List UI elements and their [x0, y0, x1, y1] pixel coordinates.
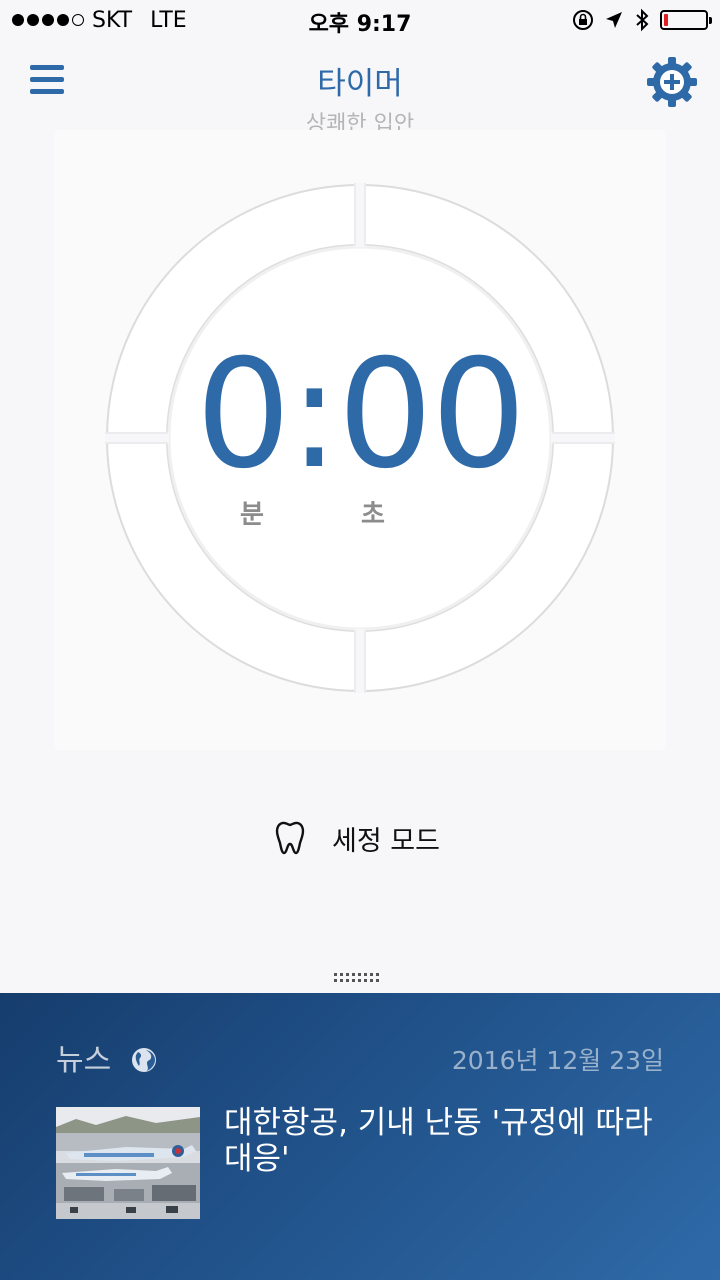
news-item[interactable]: 대한항공, 기내 난동 '규정에 따라 대응': [56, 1105, 676, 1220]
battery-level-fill: [664, 14, 668, 26]
drag-handle[interactable]: [334, 973, 384, 985]
tooth-icon: [275, 821, 305, 855]
seconds-label: 초: [361, 500, 385, 530]
news-title: 뉴스: [56, 1043, 112, 1078]
location-arrow-icon: [606, 12, 622, 28]
mode-label: 세정 모드: [332, 825, 440, 857]
page-title: 타이머: [317, 66, 403, 102]
status-bar: SKT LTE 오후 9:17: [0, 0, 720, 40]
globe-icon[interactable]: [130, 1046, 158, 1074]
status-right: [572, 6, 712, 34]
bluetooth-icon: [636, 8, 649, 32]
news-headline: 대한항공, 기내 난동 '규정에 따라 대응': [224, 1105, 653, 1177]
news-panel: 뉴스 2016년 12월 23일 대한항공, 기내 난동 '규정에 따라 대응': [0, 993, 720, 1280]
settings-button[interactable]: [646, 56, 698, 108]
battery-icon: [660, 10, 712, 30]
news-date: 2016년 12월 23일: [451, 1046, 664, 1075]
rotation-lock-icon: [573, 10, 593, 30]
minutes-label: 분: [240, 500, 264, 530]
gear-plus-icon: [647, 57, 697, 107]
mode-button[interactable]: 세정 모드: [274, 818, 440, 858]
news-thumbnail: [56, 1107, 200, 1219]
timer-display: 0:00: [195, 328, 527, 502]
